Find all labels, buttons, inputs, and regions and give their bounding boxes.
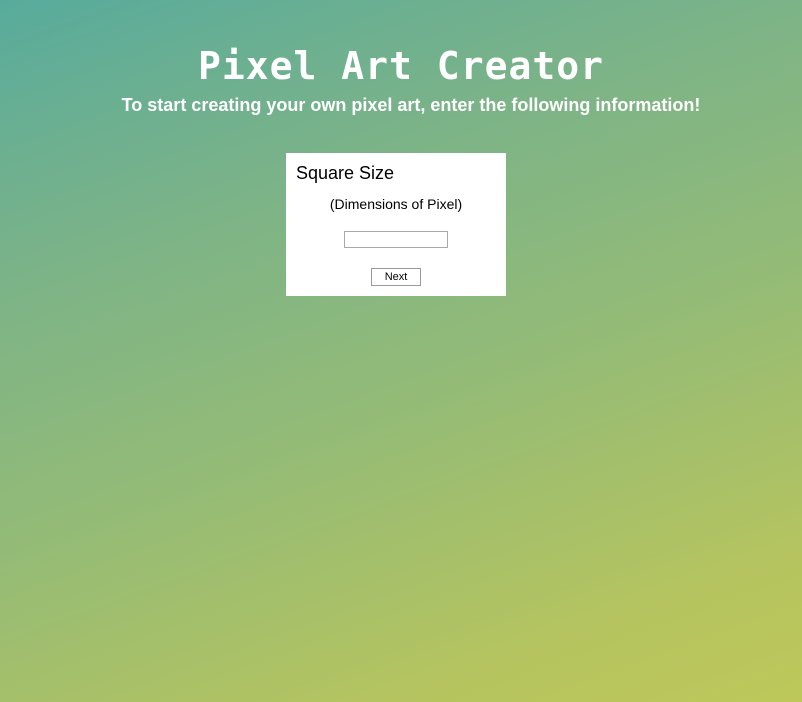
page: { "header": { "title": "Pixel Art Creato… [0, 0, 802, 702]
next-button[interactable]: Next [371, 268, 421, 286]
page-title: Pixel Art Creator [198, 44, 604, 88]
square-size-heading: Square Size [296, 163, 395, 183]
square-size-input[interactable] [344, 231, 448, 248]
page-subtitle: To start creating your own pixel art, en… [121, 95, 701, 115]
square-size-card: Square Size (Dimensions of Pixel) Next [286, 153, 506, 296]
dimensions-hint: (Dimensions of Pixel) [329, 196, 463, 212]
